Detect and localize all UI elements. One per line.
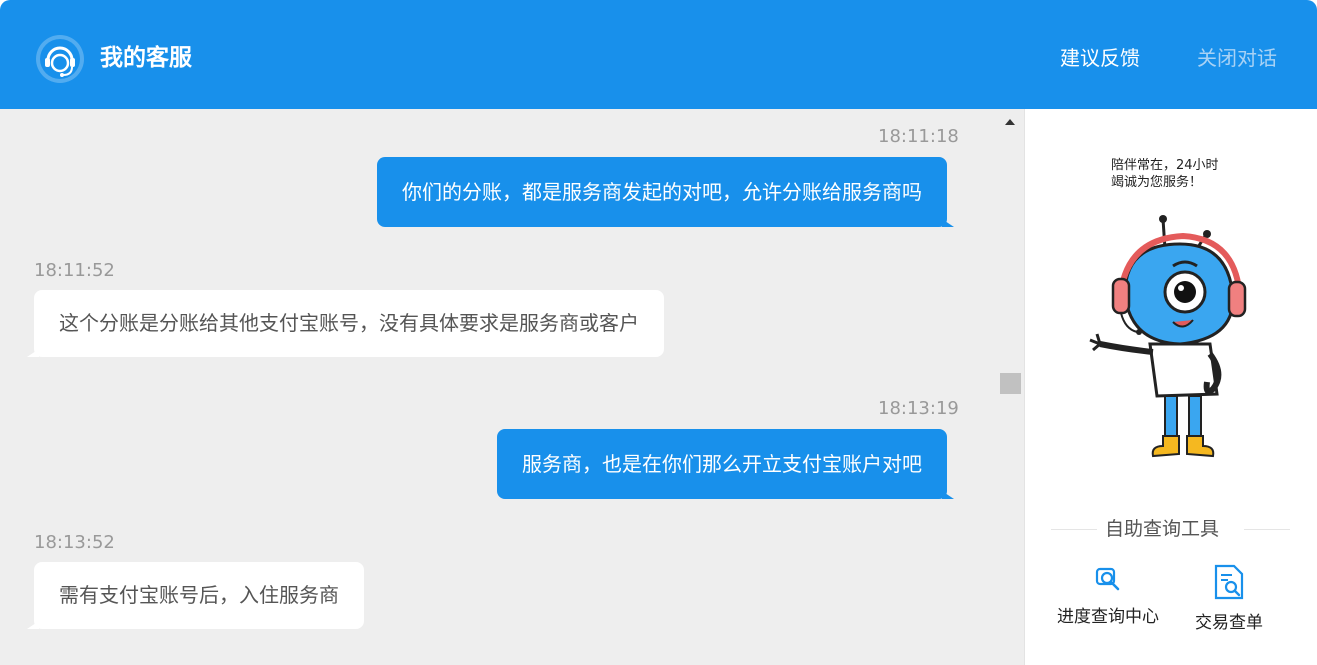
user-message-bubble: 服务商，也是在你们那么开立支付宝账户对吧 xyxy=(497,429,954,499)
scroll-thumb[interactable] xyxy=(1000,373,1021,394)
agent-message-bubble: 需有支付宝账号后，入住服务商 xyxy=(27,562,364,629)
tool-label: 交易查单 xyxy=(1195,613,1263,633)
transaction-lookup-button[interactable]: 交易查单 xyxy=(1195,564,1263,633)
feedback-button[interactable]: 建议反馈 xyxy=(1060,42,1140,74)
customer-service-logo-icon xyxy=(36,35,84,83)
agent-message-bubble: 这个分账是分账给其他支付宝账号，没有具体要求是服务商或客户 xyxy=(27,290,664,357)
mascot-illustration-icon xyxy=(1089,215,1247,458)
tools-title-divider-left xyxy=(1051,529,1097,530)
service-slogan: 陪伴常在，24小时 竭诚为您服务！ xyxy=(1111,158,1219,190)
app-title: 我的客服 xyxy=(100,45,192,71)
progress-query-center-button[interactable]: 进度查询中心 xyxy=(1057,564,1159,627)
message-timestamp: 18:13:52 xyxy=(34,532,115,553)
chat-messages-area[interactable]: 18:11:18 你们的分账，都是服务商发起的对吧，允许分账给服务商吗 18:1… xyxy=(0,109,997,665)
search-progress-icon xyxy=(1095,567,1120,591)
close-chat-button[interactable]: 关闭对话 xyxy=(1197,42,1277,74)
message-timestamp: 18:11:52 xyxy=(34,260,115,281)
tools-title-divider-right xyxy=(1244,529,1290,530)
document-search-icon xyxy=(1214,564,1244,600)
message-timestamp: 18:11:18 xyxy=(878,126,959,147)
message-timestamp: 18:13:19 xyxy=(878,398,959,419)
chat-header: 我的客服 建议反馈 关闭对话 xyxy=(0,0,1317,109)
help-sidebar: 陪伴常在，24小时 竭诚为您服务！ 自助查询工具 进度查询中心 交易查单 xyxy=(1025,109,1317,665)
user-message-bubble: 你们的分账，都是服务商发起的对吧，允许分账给服务商吗 xyxy=(377,157,954,227)
scroll-up-arrow-icon[interactable] xyxy=(1005,119,1015,125)
tools-section-title: 自助查询工具 xyxy=(1105,518,1220,540)
chat-scrollbar[interactable] xyxy=(997,109,1024,665)
tool-label: 进度查询中心 xyxy=(1057,607,1159,627)
